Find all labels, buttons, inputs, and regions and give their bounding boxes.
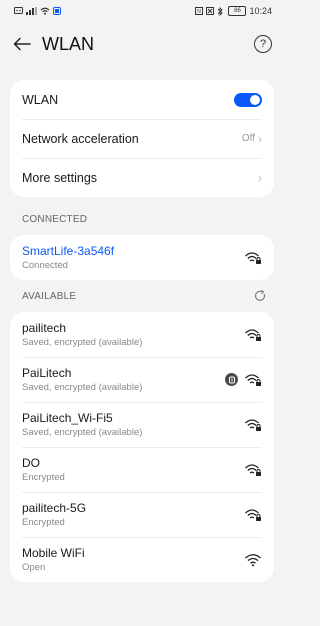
available-header-label: AVAILABLE <box>22 290 77 302</box>
notification-icon <box>53 7 61 15</box>
connected-header-label: CONNECTED <box>22 213 88 225</box>
network-name: pailitech <box>22 321 67 335</box>
wifi-locked-icon <box>245 508 261 521</box>
connected-network-row[interactable]: SmartLife-3a546f Connected <box>10 235 274 280</box>
network-status: Encrypted <box>22 517 65 528</box>
refresh-icon[interactable] <box>254 290 266 302</box>
network-name: SmartLife-3a546f <box>22 244 115 258</box>
network-row[interactable]: pailitech-5G Encrypted <box>10 492 274 537</box>
wlan-toggle[interactable] <box>234 92 262 107</box>
vibrate-icon <box>206 7 215 15</box>
network-status: Encrypted <box>22 472 65 483</box>
network-icons <box>244 328 262 342</box>
wifi-locked-icon <box>245 328 261 341</box>
network-acceleration-row[interactable]: Network acceleration Off › <box>10 119 274 158</box>
clock: 10:24 <box>249 6 272 16</box>
network-text: Mobile WiFi Open <box>22 546 85 573</box>
network-row[interactable]: PaiLitech_Wi-Fi5 Saved, encrypted (avail… <box>10 402 274 447</box>
more-settings-label: More settings <box>22 170 98 185</box>
network-text: pailitech Saved, encrypted (available) <box>22 321 142 348</box>
network-row[interactable]: Mobile WiFi Open <box>10 537 274 582</box>
status-right-icons: N 86 10:24 <box>195 6 272 16</box>
network-name: Mobile WiFi <box>22 546 85 560</box>
network-icons <box>244 418 262 432</box>
network-row[interactable]: DO Encrypted <box>10 447 274 492</box>
message-icon <box>14 7 23 14</box>
network-name: pailitech-5G <box>22 501 87 515</box>
help-button[interactable]: ? <box>254 35 272 53</box>
wifi-status-icon <box>40 7 50 15</box>
network-status: Connected <box>22 260 68 271</box>
app-bar: WLAN ? <box>0 22 284 66</box>
network-status: Saved, encrypted (available) <box>22 382 143 393</box>
wifi-locked-icon <box>245 418 261 431</box>
network-icons <box>225 373 262 387</box>
chevron-right-icon: › <box>258 170 262 185</box>
network-icons <box>244 553 262 567</box>
network-status: Saved, encrypted (available) <box>22 427 143 438</box>
network-text: PaiLitech_Wi-Fi5 Saved, encrypted (avail… <box>22 411 142 438</box>
connected-section-header: CONNECTED <box>0 203 284 235</box>
link-icon <box>228 376 235 383</box>
network-acceleration-label: Network acceleration <box>22 131 139 146</box>
settings-card: WLAN Network acceleration Off › More set… <box>10 80 274 197</box>
wlan-label: WLAN <box>22 92 59 107</box>
network-status: Saved, encrypted (available) <box>22 337 143 348</box>
available-networks-card: pailitech Saved, encrypted (available) P… <box>10 312 274 582</box>
network-text: DO Encrypted <box>22 456 65 483</box>
network-text: pailitech-5G Encrypted <box>22 501 86 528</box>
page-title: WLAN <box>42 33 95 54</box>
network-status: Open <box>22 562 46 573</box>
wifi-locked-icon <box>245 373 261 386</box>
network-text: SmartLife-3a546f Connected <box>22 244 114 271</box>
network-acceleration-value-group: Off › <box>242 132 262 146</box>
wifi-locked-icon <box>245 463 261 476</box>
network-name: PaiLitech_Wi-Fi5 <box>22 411 113 425</box>
battery-icon: 86 <box>228 6 247 16</box>
battery-level: 86 <box>234 8 241 14</box>
chevron-right-icon: › <box>258 131 262 146</box>
back-button[interactable] <box>10 32 34 56</box>
status-left-icons <box>14 7 61 15</box>
wifi-icon <box>245 553 261 566</box>
arrow-left-icon <box>13 37 31 51</box>
svg-text:N: N <box>198 9 202 15</box>
connected-card: SmartLife-3a546f Connected <box>10 235 274 280</box>
network-acceleration-value: Off <box>241 133 255 144</box>
wifi-locked-icon <box>245 251 261 264</box>
wlan-toggle-row[interactable]: WLAN <box>10 80 274 119</box>
network-text: PaiLitech Saved, encrypted (available) <box>22 366 142 393</box>
nfc-icon: N <box>195 7 204 15</box>
network-name: DO <box>22 456 40 470</box>
hotspot-badge-icon <box>225 373 238 386</box>
network-name: PaiLitech <box>22 366 72 380</box>
help-icon: ? <box>259 38 267 50</box>
network-icons <box>244 463 262 477</box>
available-section-header: AVAILABLE <box>0 280 284 312</box>
status-bar: N 86 10:24 <box>0 0 284 22</box>
network-icons <box>244 508 262 522</box>
network-icons <box>244 251 262 265</box>
network-row[interactable]: pailitech Saved, encrypted (available) <box>10 312 274 357</box>
network-row[interactable]: PaiLitech Saved, encrypted (available) <box>10 357 274 402</box>
bluetooth-icon <box>218 6 224 16</box>
more-settings-row[interactable]: More settings › <box>10 158 274 197</box>
signal-icon <box>26 7 37 15</box>
